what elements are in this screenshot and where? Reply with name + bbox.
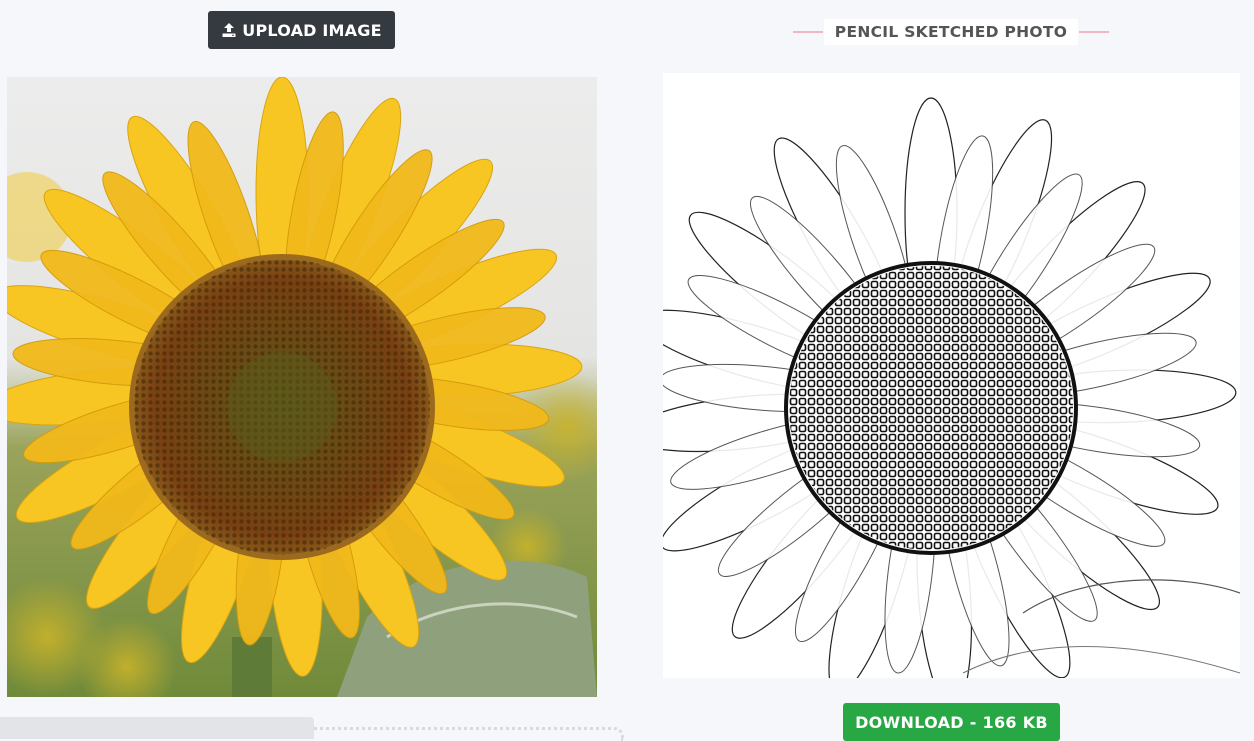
sketch-section-heading: PENCIL SKETCHED PHOTO xyxy=(793,19,1109,45)
bottom-panel-tab[interactable] xyxy=(0,717,314,739)
heading-divider-left xyxy=(793,31,823,33)
pencil-sketch-photo xyxy=(663,73,1240,678)
heading-divider-right xyxy=(1079,31,1109,33)
upload-image-button[interactable]: UPLOAD IMAGE xyxy=(208,11,395,49)
upload-image-label: UPLOAD IMAGE xyxy=(242,20,382,40)
download-sketch-button[interactable]: DOWNLOAD - 166 KB xyxy=(843,703,1060,741)
sketch-section-title: PENCIL SKETCHED PHOTO xyxy=(824,19,1078,45)
upload-icon xyxy=(221,22,237,38)
original-photo xyxy=(7,77,597,697)
